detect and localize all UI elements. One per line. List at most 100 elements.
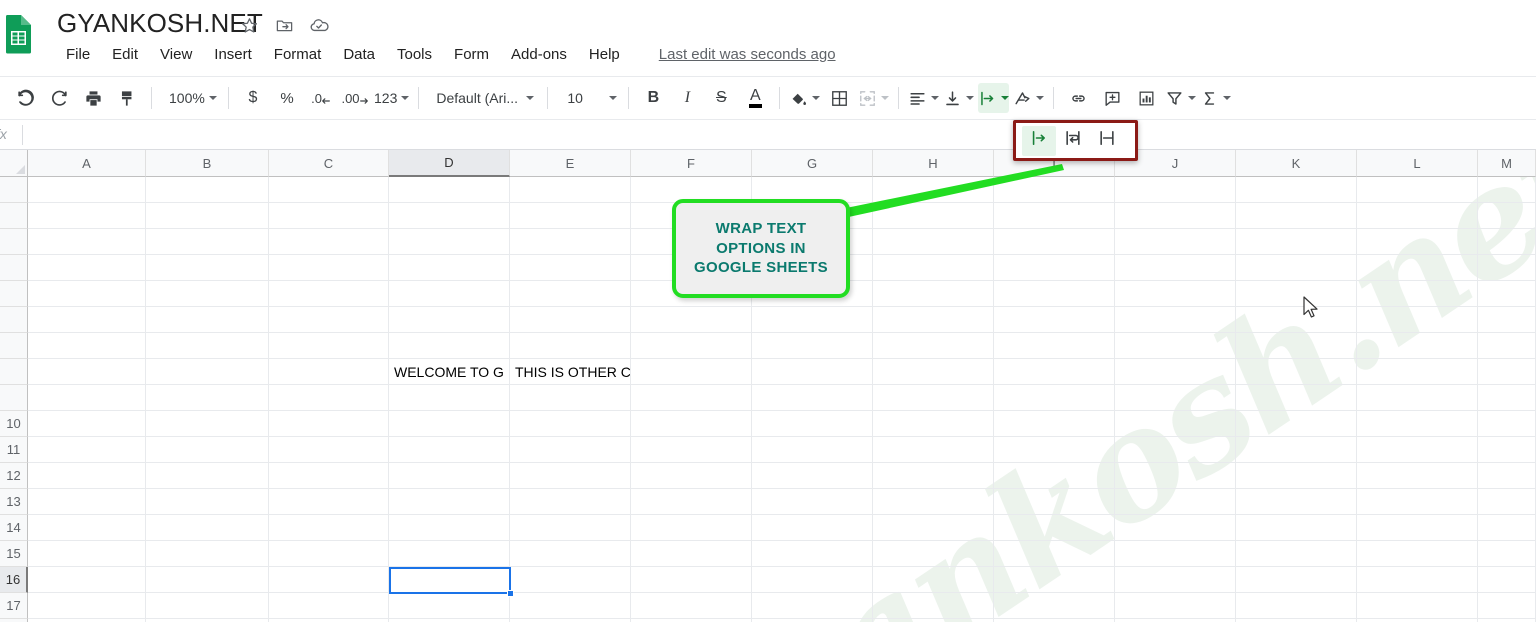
column-header-l[interactable]: L <box>1357 150 1478 177</box>
grid-cell[interactable] <box>389 255 510 281</box>
column-header-a[interactable]: A <box>28 150 146 177</box>
grid-cell[interactable] <box>269 385 389 411</box>
grid-cell[interactable] <box>631 359 752 385</box>
row-header[interactable] <box>0 229 28 255</box>
grid-cell[interactable] <box>752 593 873 619</box>
grid-cell[interactable] <box>389 281 510 307</box>
grid-cell[interactable] <box>510 177 631 203</box>
grid-cell[interactable] <box>389 515 510 541</box>
grid-cell[interactable] <box>389 333 510 359</box>
grid-cell[interactable] <box>389 593 510 619</box>
grid-cell[interactable] <box>389 541 510 567</box>
grid-cell[interactable] <box>1236 489 1357 515</box>
grid-cell[interactable] <box>146 177 269 203</box>
strikethrough-button[interactable]: S <box>706 83 736 113</box>
grid-cell[interactable] <box>1115 593 1236 619</box>
grid-cell[interactable] <box>389 203 510 229</box>
grid-cell[interactable] <box>873 203 994 229</box>
grid-cell[interactable] <box>1115 567 1236 593</box>
grid-cell[interactable] <box>994 229 1115 255</box>
grid-cell[interactable] <box>752 567 873 593</box>
grid-cell[interactable] <box>1115 359 1236 385</box>
grid-cell[interactable] <box>1478 203 1536 229</box>
vertical-align-button[interactable] <box>943 83 975 113</box>
row-header[interactable]: 13 <box>0 489 28 515</box>
last-edit-status[interactable]: Last edit was seconds ago <box>659 46 836 63</box>
menu-item-insert[interactable]: Insert <box>203 44 263 65</box>
grid-cell[interactable] <box>28 385 146 411</box>
grid-cell[interactable] <box>873 307 994 333</box>
grid-cell[interactable] <box>28 463 146 489</box>
row-header[interactable]: 15 <box>0 541 28 567</box>
grid-cell[interactable] <box>1115 437 1236 463</box>
grid-cell[interactable] <box>1357 489 1478 515</box>
grid-cell[interactable] <box>873 541 994 567</box>
grid-cell[interactable] <box>873 411 994 437</box>
chevron-down-icon[interactable] <box>1001 96 1010 100</box>
column-header-h[interactable]: H <box>873 150 994 177</box>
grid-cell[interactable] <box>1478 333 1536 359</box>
grid-cell[interactable] <box>631 567 752 593</box>
font-selector[interactable]: Default (Ari... <box>428 83 538 113</box>
document-title[interactable]: GYANKOSH.NET <box>57 8 263 39</box>
grid-cell[interactable] <box>269 359 389 385</box>
grid-cell[interactable] <box>269 437 389 463</box>
row-header[interactable] <box>0 281 28 307</box>
grid-cell[interactable] <box>510 307 631 333</box>
grid-cell[interactable] <box>1236 437 1357 463</box>
grid-cell[interactable] <box>269 541 389 567</box>
grid-cell[interactable] <box>1115 385 1236 411</box>
insert-comment-button[interactable] <box>1097 83 1127 113</box>
grid-cell[interactable] <box>752 359 873 385</box>
grid-cell[interactable] <box>1236 307 1357 333</box>
grid-cell[interactable] <box>752 437 873 463</box>
grid-cell[interactable] <box>873 489 994 515</box>
menu-item-form[interactable]: Form <box>443 44 500 65</box>
grid-cell[interactable] <box>146 229 269 255</box>
grid-cell[interactable] <box>28 281 146 307</box>
wrap-overflow-option[interactable] <box>1022 125 1056 156</box>
grid-cell[interactable] <box>631 307 752 333</box>
grid-cell[interactable] <box>994 567 1115 593</box>
grid-cell[interactable] <box>146 333 269 359</box>
redo-button[interactable] <box>44 83 74 113</box>
text-color-button[interactable]: A <box>740 83 770 113</box>
italic-button[interactable]: I <box>672 83 702 113</box>
row-header[interactable]: 12 <box>0 463 28 489</box>
grid-cell[interactable] <box>994 359 1115 385</box>
grid-cell[interactable] <box>1236 177 1357 203</box>
grid-cell[interactable] <box>1236 385 1357 411</box>
grid-cell[interactable] <box>1357 567 1478 593</box>
grid-cell[interactable] <box>1478 515 1536 541</box>
grid-cell[interactable] <box>1115 177 1236 203</box>
functions-button[interactable] <box>1200 83 1232 113</box>
borders-button[interactable] <box>824 83 854 113</box>
grid-cell[interactable] <box>510 489 631 515</box>
grid-cell[interactable] <box>873 229 994 255</box>
grid-cell[interactable] <box>269 229 389 255</box>
grid-cell[interactable] <box>631 515 752 541</box>
percent-format-button[interactable]: % <box>272 83 302 113</box>
grid-cell[interactable] <box>873 515 994 541</box>
grid-cell[interactable] <box>146 307 269 333</box>
grid-cell[interactable] <box>146 359 269 385</box>
grid-cell[interactable] <box>1478 359 1536 385</box>
grid-cell[interactable] <box>1357 281 1478 307</box>
grid-cell[interactable] <box>1478 177 1536 203</box>
grid-cell[interactable] <box>510 437 631 463</box>
grid-cell[interactable] <box>28 515 146 541</box>
column-header-d[interactable]: D <box>389 150 510 177</box>
grid-cell[interactable] <box>994 411 1115 437</box>
grid-cell[interactable] <box>510 411 631 437</box>
column-header-g[interactable]: G <box>752 150 873 177</box>
grid-cell[interactable] <box>752 541 873 567</box>
row-header[interactable] <box>0 255 28 281</box>
text-wrapping-button[interactable] <box>978 83 1010 113</box>
grid-cell[interactable] <box>1236 229 1357 255</box>
grid-cell[interactable] <box>1236 567 1357 593</box>
grid-cell[interactable] <box>389 567 510 593</box>
font-size-selector[interactable]: 10 <box>557 83 619 113</box>
fill-color-button[interactable] <box>789 83 821 113</box>
grid-cell[interactable] <box>631 437 752 463</box>
grid-cell[interactable] <box>1236 463 1357 489</box>
